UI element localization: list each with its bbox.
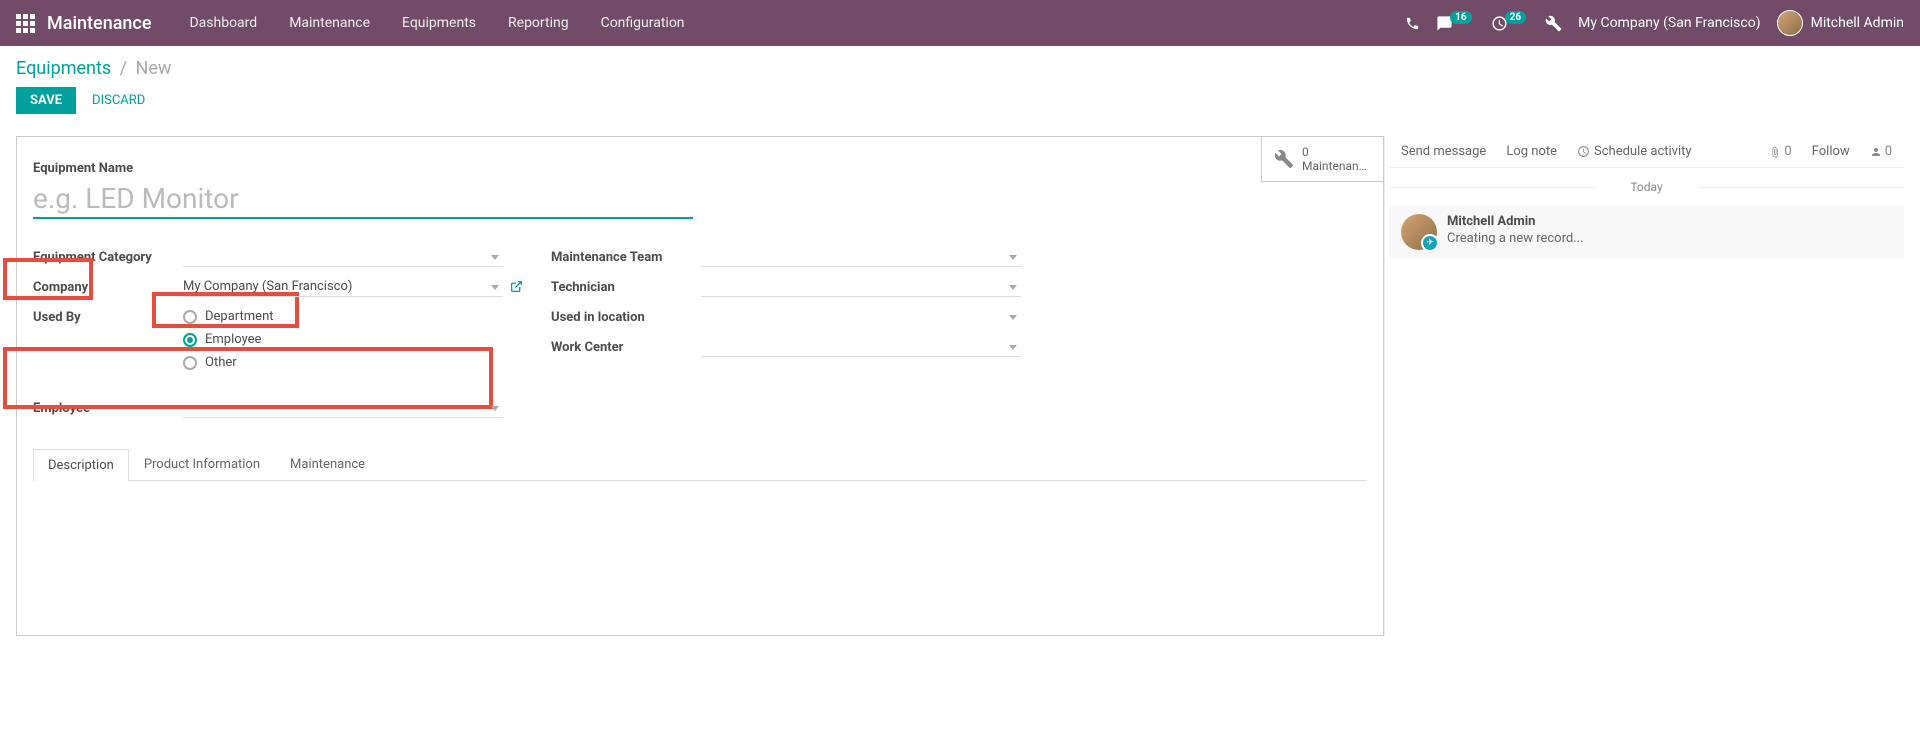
breadcrumb-sep: / (120, 58, 127, 79)
msg-avatar-icon (1401, 214, 1437, 250)
category-input[interactable] (183, 247, 503, 267)
technician-input[interactable] (701, 277, 1021, 297)
schedule-activity-button[interactable]: Schedule activity (1577, 144, 1692, 159)
employee-input[interactable] (183, 398, 503, 418)
radio-employee[interactable]: Employee (183, 332, 503, 347)
team-input[interactable] (701, 247, 1021, 267)
save-button[interactable]: SAVE (16, 87, 76, 114)
external-link-icon[interactable] (510, 280, 523, 293)
nav-reporting[interactable]: Reporting (494, 7, 583, 39)
activities-badge: 26 (1505, 11, 1526, 24)
nav-maintenance[interactable]: Maintenance (275, 7, 384, 39)
follow-button[interactable]: Follow (1812, 144, 1850, 159)
nav-menu: Dashboard Maintenance Equipments Reporti… (175, 7, 1405, 39)
discard-button[interactable]: DISCARD (84, 87, 153, 114)
technician-label: Technician (551, 277, 701, 295)
msg-text: Creating a new record... (1447, 231, 1584, 246)
equipment-name-input[interactable] (33, 180, 693, 219)
breadcrumb-current: New (136, 58, 172, 79)
nav-dashboard[interactable]: Dashboard (175, 7, 271, 39)
module-brand[interactable]: Maintenance (47, 13, 151, 34)
breadcrumb-root[interactable]: Equipments (16, 58, 111, 79)
log-note-button[interactable]: Log note (1506, 144, 1557, 159)
chatter: Send message Log note Schedule activity … (1384, 136, 1904, 636)
location-label: Used in location (551, 307, 701, 325)
breadcrumb-bar: Equipments / New SAVE DISCARD (0, 46, 1920, 120)
apps-icon[interactable] (16, 14, 35, 33)
attachments-button[interactable]: 0 (1769, 144, 1791, 159)
msg-author: Mitchell Admin (1447, 214, 1584, 229)
tab-product-info[interactable]: Product Information (129, 448, 275, 480)
company-input[interactable]: My Company (San Francisco) (183, 277, 503, 297)
highlight-used-by (3, 258, 93, 300)
avatar-icon (1777, 10, 1803, 36)
today-separator: Today (1389, 168, 1904, 206)
form-sheet: 0 Maintenan… Equipment Name Equipment Ca… (16, 136, 1384, 636)
workcenter-label: Work Center (551, 337, 701, 355)
location-input[interactable] (701, 307, 1021, 327)
messages-badge: 16 (1450, 11, 1471, 24)
chatter-header: Send message Log note Schedule activity … (1389, 136, 1904, 168)
radio-other[interactable]: Other (183, 355, 503, 370)
field-columns: Equipment Category Company My Company (S… (33, 247, 1367, 428)
right-column: Maintenance Team Technician Used in loca… (551, 247, 1021, 428)
user-name: Mitchell Admin (1811, 15, 1904, 31)
messages-icon[interactable]: 16 (1436, 15, 1474, 32)
form-body: Equipment Name Equipment Category Compan… (17, 137, 1383, 497)
form-actions: SAVE DISCARD (16, 87, 1904, 114)
phone-icon[interactable] (1405, 16, 1420, 31)
tabs: Description Product Information Maintena… (33, 448, 1367, 481)
activities-icon[interactable]: 26 (1491, 15, 1529, 32)
debug-icon[interactable] (1545, 15, 1562, 32)
nav-configuration[interactable]: Configuration (587, 7, 699, 39)
main-area: 0 Maintenan… Equipment Name Equipment Ca… (0, 128, 1920, 644)
followers-button[interactable]: 0 (1870, 144, 1892, 159)
used-by-radios: Department Employee Other (183, 307, 503, 370)
tab-description[interactable]: Description (33, 449, 129, 481)
tab-maintenance[interactable]: Maintenance (275, 448, 380, 480)
workcenter-input[interactable] (701, 337, 1021, 357)
send-message-button[interactable]: Send message (1401, 144, 1486, 159)
user-menu[interactable]: Mitchell Admin (1777, 10, 1904, 36)
top-nav-bar: Maintenance Dashboard Maintenance Equipm… (0, 0, 1920, 46)
breadcrumb: Equipments / New (16, 58, 1904, 79)
message-item: Mitchell Admin Creating a new record... (1389, 206, 1904, 258)
team-label: Maintenance Team (551, 247, 701, 265)
radio-department[interactable]: Department (183, 309, 503, 324)
nav-right: 16 26 My Company (San Francisco) Mitchel… (1405, 10, 1904, 36)
nav-equipments[interactable]: Equipments (388, 7, 490, 39)
equipment-name-label: Equipment Name (33, 161, 1367, 176)
company-switcher[interactable]: My Company (San Francisco) (1578, 15, 1760, 31)
